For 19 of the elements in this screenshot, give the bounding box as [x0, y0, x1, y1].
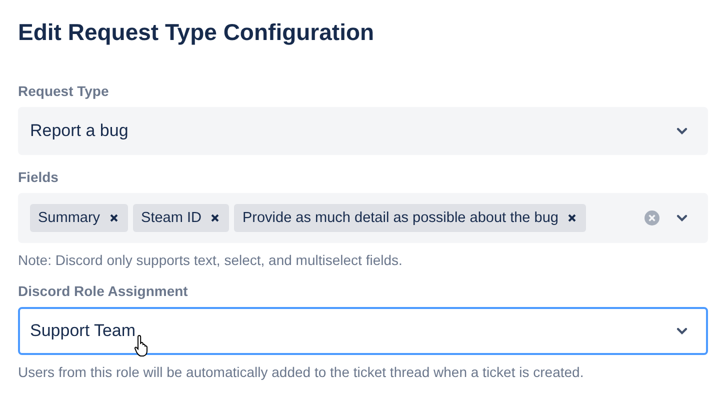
page-title: Edit Request Type Configuration	[18, 18, 376, 47]
select-field[interactable]: Support Team	[18, 307, 708, 355]
multiselect-field[interactable]: Summary Steam ID Provide as much detail as possible about the bug	[18, 193, 708, 243]
help-text: Users from this role will be automatically added to the ticket thread when a ticket is created.	[18, 363, 585, 381]
help-text: Note: Discord only supports text, select, and multiselect fields.	[18, 251, 404, 269]
select-field[interactable]: Report a bug	[18, 107, 708, 155]
chevron-down-icon	[676, 127, 688, 135]
field-label: Discord Role Assignment	[18, 282, 189, 301]
hand-cursor-icon	[134, 335, 150, 357]
chevron-down-icon	[676, 327, 688, 335]
remove-icon[interactable]	[211, 214, 220, 222]
tag: Summary	[30, 204, 128, 232]
chevron-down-icon	[676, 214, 688, 222]
tag: Provide as much detail as possible about the bug	[234, 204, 586, 232]
field-label: Fields	[18, 168, 60, 187]
remove-icon[interactable]	[568, 214, 576, 222]
remove-icon[interactable]	[110, 214, 118, 222]
tag: Steam ID	[133, 204, 230, 232]
field-label: Request Type	[18, 82, 110, 101]
